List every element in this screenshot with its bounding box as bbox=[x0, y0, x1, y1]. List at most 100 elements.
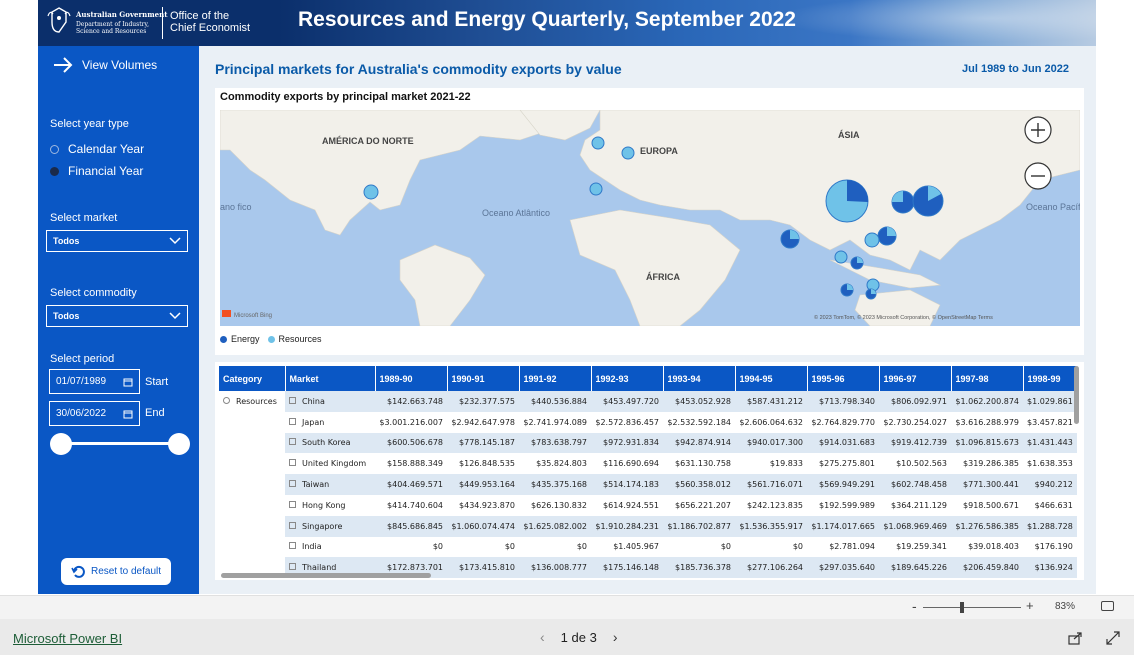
value-cell: $19.833 bbox=[769, 459, 803, 469]
zoom-in-button[interactable]: + bbox=[1026, 598, 1034, 613]
value-cell: $1.288.728 bbox=[1023, 515, 1077, 537]
expand-category-icon[interactable] bbox=[223, 396, 230, 404]
period-slider-track[interactable] bbox=[61, 442, 179, 445]
value-cell: $319.286.385 bbox=[963, 459, 1019, 469]
bubble-north-america[interactable] bbox=[363, 184, 379, 200]
col-header-1996-97[interactable]: 1996-97 bbox=[879, 366, 952, 391]
bubble-hong-kong[interactable] bbox=[864, 232, 880, 248]
col-header-1997-98[interactable]: 1997-98 bbox=[951, 366, 1024, 391]
start-date-input[interactable]: 01/07/1989 bbox=[49, 369, 140, 394]
view-volumes-button[interactable]: View Volumes bbox=[52, 56, 157, 74]
expand-market-icon[interactable] bbox=[289, 480, 296, 488]
col-header-1993-94[interactable]: 1993-94 bbox=[663, 366, 736, 391]
value-cell: $561.716.071 bbox=[735, 474, 807, 495]
market-label: China bbox=[302, 396, 325, 406]
value-cell: $1.431.443 bbox=[1023, 432, 1077, 454]
bubble-singapore[interactable] bbox=[840, 283, 854, 297]
col-header-1989-90[interactable]: 1989-90 bbox=[375, 366, 448, 391]
table-row[interactable]: United Kingdom $158.888.349 $126.848.535 $3… bbox=[219, 453, 1077, 475]
start-date-value: 01/07/1989 bbox=[56, 376, 107, 387]
zoom-out-button[interactable]: - bbox=[912, 598, 917, 614]
exports-table: Category Market 1989-90 1990-91 1991-92 … bbox=[219, 366, 1078, 579]
radio-financial-year[interactable]: Financial Year bbox=[50, 164, 143, 178]
table-row[interactable]: India $0 $0 $0 $1.405.967 $0 $0 $2.781.094 $19.2… bbox=[219, 536, 1077, 558]
expand-market-icon[interactable] bbox=[289, 521, 296, 529]
market-dropdown[interactable]: Todos bbox=[46, 230, 188, 252]
world-map-svg: AMÉRICA DO NORTE EUROPA ÁSIA ÁFRICA Ocea… bbox=[220, 110, 1080, 326]
fit-to-page-icon[interactable] bbox=[1101, 601, 1114, 611]
period-slider-end-handle[interactable] bbox=[168, 433, 190, 455]
bubble-thailand[interactable] bbox=[834, 250, 848, 264]
map-zoom-out-button[interactable] bbox=[1024, 162, 1052, 190]
table-row[interactable]: Singapore $845.686.845 $1.060.074.474 $1.62… bbox=[219, 515, 1077, 537]
radio-calendar-year[interactable]: Calendar Year bbox=[50, 142, 144, 156]
power-bi-link[interactable]: Microsoft Power BI bbox=[13, 631, 122, 646]
value-cell: $914.031.683 bbox=[807, 432, 879, 454]
end-date-input[interactable]: 30/06/2022 bbox=[49, 401, 140, 426]
expand-market-icon[interactable] bbox=[289, 563, 296, 571]
reset-to-default-button[interactable]: Reset to default bbox=[61, 558, 171, 585]
bubble-europe-south[interactable] bbox=[589, 182, 603, 196]
world-map[interactable]: AMÉRICA DO NORTE EUROPA ÁSIA ÁFRICA Ocea… bbox=[220, 110, 1080, 326]
col-header-1992-93[interactable]: 1992-93 bbox=[591, 366, 664, 391]
value-cell: $434.923.870 bbox=[459, 500, 515, 510]
expand-market-icon[interactable] bbox=[289, 417, 296, 425]
category-cell bbox=[219, 536, 285, 558]
expand-market-icon[interactable] bbox=[289, 438, 296, 446]
bubble-europe[interactable] bbox=[621, 146, 635, 160]
expand-market-icon[interactable] bbox=[289, 542, 296, 550]
value-cell: $0 bbox=[792, 542, 803, 552]
coat-of-arms-icon bbox=[47, 7, 71, 33]
next-page-icon[interactable]: › bbox=[613, 629, 618, 645]
value-cell: $656.221.207 bbox=[675, 500, 731, 510]
commodity-dropdown[interactable]: Todos bbox=[46, 305, 188, 327]
value-cell: $1.174.017.665 bbox=[807, 515, 879, 537]
table-horizontal-scrollbar[interactable] bbox=[221, 573, 431, 578]
value-cell: $364.211.129 bbox=[891, 500, 947, 510]
label-pacific: Oceano Pacífico bbox=[1026, 202, 1080, 212]
bubble-malaysia[interactable] bbox=[865, 288, 877, 300]
zoom-slider-track[interactable] bbox=[923, 607, 1021, 608]
bubble-korea[interactable] bbox=[891, 190, 915, 214]
end-label: End bbox=[145, 407, 165, 419]
share-icon[interactable] bbox=[1067, 630, 1083, 646]
value-cell: $449.953.164 bbox=[447, 474, 519, 495]
table-row[interactable]: Resources China $142.663.748 $232.377.575 $4… bbox=[219, 391, 1077, 412]
table-row[interactable]: South Korea $600.506.678 $778.145.187 $783.… bbox=[219, 432, 1077, 454]
market-label: Thailand bbox=[302, 563, 337, 573]
period-slider-start-handle[interactable] bbox=[50, 433, 72, 455]
table-row[interactable]: Hong Kong $414.740.604 $434.923.870 $626.13… bbox=[219, 494, 1077, 516]
col-header-1991-92[interactable]: 1991-92 bbox=[519, 366, 592, 391]
col-header-1998-99[interactable]: 1998-99 bbox=[1023, 366, 1078, 391]
value-cell: $275.275.801 bbox=[819, 459, 875, 469]
bubble-india[interactable] bbox=[780, 229, 800, 249]
col-header-1990-91[interactable]: 1990-91 bbox=[447, 366, 520, 391]
map-zoom-in-button[interactable] bbox=[1024, 116, 1052, 144]
table-row[interactable]: Japan $3.001.216.007 $2.942.647.978 $2.741.… bbox=[219, 411, 1077, 433]
end-date-value: 30/06/2022 bbox=[56, 408, 107, 419]
expand-market-icon[interactable] bbox=[289, 396, 296, 404]
bubble-taiwan[interactable] bbox=[877, 226, 897, 246]
bubble-japan[interactable] bbox=[912, 185, 944, 217]
table-vertical-scrollbar[interactable] bbox=[1074, 366, 1079, 424]
bubble-china[interactable] bbox=[825, 179, 869, 223]
col-header-category[interactable]: Category bbox=[219, 366, 286, 391]
bubble-europe-north[interactable] bbox=[591, 136, 605, 150]
value-cell: $2.572.836.457 bbox=[595, 417, 659, 427]
value-cell: $1.062.200.874 bbox=[951, 391, 1023, 412]
expand-market-icon[interactable] bbox=[289, 459, 296, 467]
col-header-market[interactable]: Market bbox=[285, 366, 376, 391]
table-row[interactable]: Taiwan $404.469.571 $449.953.164 $435.375.1… bbox=[219, 474, 1077, 495]
value-cell: $560.358.012 bbox=[663, 474, 735, 495]
bubble-vietnam[interactable] bbox=[850, 256, 864, 270]
col-header-1995-96[interactable]: 1995-96 bbox=[807, 366, 880, 391]
fullscreen-icon[interactable] bbox=[1105, 630, 1121, 646]
value-cell: $602.748.458 bbox=[879, 474, 951, 495]
col-header-1994-95[interactable]: 1994-95 bbox=[735, 366, 808, 391]
value-cell: $173.415.810 bbox=[447, 557, 519, 579]
chevron-down-icon bbox=[169, 312, 181, 320]
market-cell: Taiwan bbox=[285, 474, 375, 495]
previous-page-icon[interactable]: ‹ bbox=[540, 629, 545, 645]
expand-market-icon[interactable] bbox=[289, 500, 296, 508]
zoom-slider-thumb[interactable] bbox=[960, 602, 964, 613]
